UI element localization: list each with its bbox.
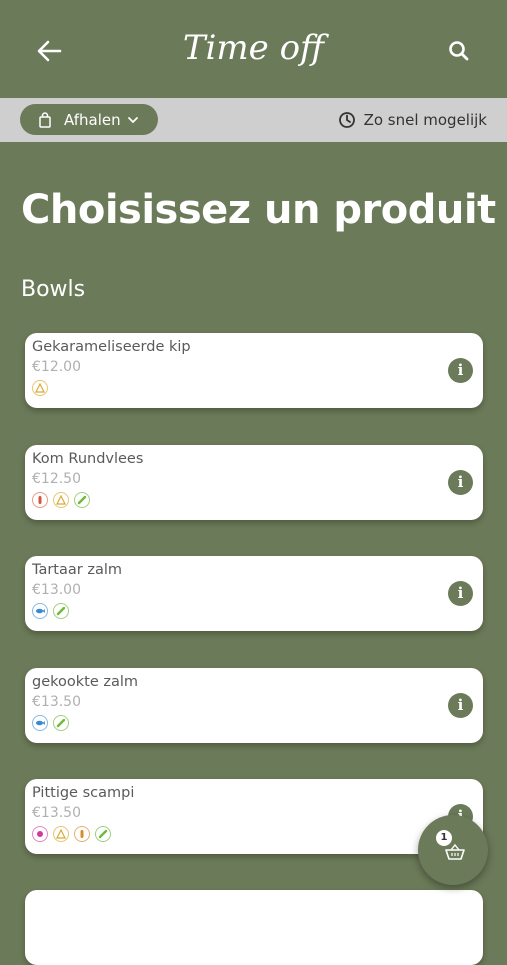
pickup-label: Afhalen	[64, 110, 121, 129]
category-title: Bowls	[21, 277, 86, 302]
sauce-icon	[32, 492, 48, 508]
clock-icon	[338, 112, 355, 128]
soy-icon	[95, 826, 111, 842]
product-card[interactable]: Gekarameliseerde kip €12.00 i	[25, 333, 483, 408]
allergen-list	[32, 380, 48, 396]
soy-icon	[53, 603, 69, 619]
page-title: Choisissez un produit	[21, 187, 496, 233]
soy-icon	[53, 715, 69, 731]
product-card[interactable]: Tartaar zalm €13.00 i	[25, 556, 483, 631]
product-name: Tartaar zalm	[32, 562, 122, 578]
product-card[interactable]	[25, 890, 483, 965]
info-icon[interactable]: i	[448, 693, 473, 718]
fish-icon	[32, 603, 48, 619]
info-icon[interactable]: i	[448, 470, 473, 495]
product-card[interactable]: Pittige scampi €13.50 i	[25, 779, 483, 854]
soy-icon	[74, 492, 90, 508]
chevron-down-icon	[127, 116, 138, 123]
allergen-list	[32, 603, 69, 619]
allergen-list	[32, 715, 69, 731]
product-price: €13.00	[32, 582, 81, 598]
cart-button[interactable]: 1	[418, 815, 488, 885]
peanut-icon	[32, 380, 48, 396]
product-name: Gekarameliseerde kip	[32, 339, 191, 355]
product-name: Kom Rundvlees	[32, 451, 144, 467]
product-price: €12.50	[32, 471, 81, 487]
peanut-icon	[53, 826, 69, 842]
pickup-selector[interactable]: Afhalen	[20, 104, 158, 135]
allergen-list	[32, 826, 111, 842]
brand-logo: Time off	[182, 28, 325, 68]
product-price: €13.50	[32, 694, 81, 710]
app-header: Time off	[0, 0, 507, 98]
fish-icon	[32, 715, 48, 731]
time-selector[interactable]: Zo snel mogelijk	[338, 98, 487, 142]
product-card[interactable]: Kom Rundvlees €12.50 i	[25, 445, 483, 520]
time-label: Zo snel mogelijk	[363, 111, 487, 129]
shellfish-icon	[32, 826, 48, 842]
allergen-list	[32, 492, 90, 508]
product-price: €12.00	[32, 359, 81, 375]
product-price: €13.50	[32, 805, 81, 821]
info-icon[interactable]: i	[448, 358, 473, 383]
info-icon[interactable]: i	[448, 581, 473, 606]
order-options-bar: Afhalen Zo snel mogelijk	[0, 98, 507, 142]
peanut-icon	[53, 492, 69, 508]
product-name: gekookte zalm	[32, 674, 139, 690]
search-icon[interactable]	[446, 38, 472, 64]
back-arrow-icon[interactable]	[34, 36, 64, 66]
basket-icon	[445, 843, 465, 860]
sauce-icon	[74, 826, 90, 842]
product-name: Pittige scampi	[32, 785, 135, 801]
shopping-bag-icon	[39, 111, 51, 128]
product-card[interactable]: gekookte zalm €13.50 i	[25, 668, 483, 743]
